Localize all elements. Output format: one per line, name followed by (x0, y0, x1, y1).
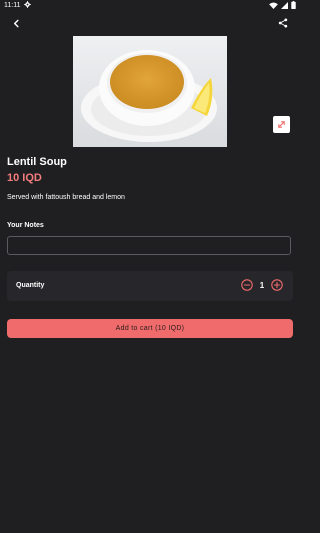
quantity-value: 1 (259, 281, 265, 290)
item-description: Served with fattoush bread and lemon (7, 194, 125, 201)
item-price: 10 IQD (7, 172, 42, 184)
expand-icon (278, 121, 285, 128)
notes-input[interactable] (7, 236, 291, 255)
settings-gear-icon (24, 1, 31, 8)
item-detail-page: 11:11 Lentil Soup 10 IQD Served with fat… (0, 0, 300, 533)
status-time: 11:11 (4, 2, 21, 9)
signal-icon (281, 1, 288, 9)
notes-label: Your Notes (7, 222, 44, 229)
status-bar: 11:11 (0, 0, 300, 11)
decrease-quantity-button[interactable] (241, 279, 253, 291)
wifi-icon (269, 1, 278, 9)
back-button[interactable] (9, 16, 23, 30)
expand-image-button[interactable] (273, 116, 290, 133)
product-image[interactable] (73, 36, 227, 147)
battery-icon (291, 1, 296, 9)
increase-quantity-button[interactable] (271, 279, 283, 291)
item-name: Lentil Soup (7, 156, 67, 168)
share-icon (278, 18, 288, 28)
chevron-left-icon (13, 19, 19, 27)
quantity-label: Quantity (16, 282, 45, 289)
quantity-card: Quantity 1 (7, 271, 293, 301)
soup-bowl-illustration (73, 36, 227, 147)
share-button[interactable] (276, 16, 290, 30)
add-to-cart-button[interactable]: Add to cart (10 IQD) (7, 319, 293, 338)
status-icons (269, 1, 296, 9)
